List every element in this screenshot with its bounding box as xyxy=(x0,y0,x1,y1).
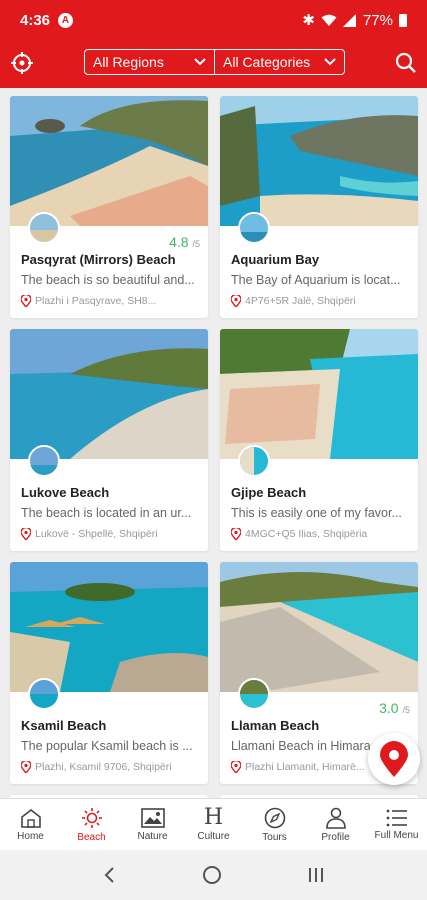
address-text: Plazhi, Ksamil 9706, Shqipëri xyxy=(35,761,172,773)
nav-label: Beach xyxy=(77,831,106,843)
beach-photo xyxy=(220,329,418,459)
address-text: 4MGC+Q5 Ilias, Shqipëria xyxy=(245,528,368,540)
bottom-nav: Home Beach Nature H Culture Tours Profil… xyxy=(0,798,427,850)
avatar xyxy=(28,445,60,477)
map-pin-icon xyxy=(380,741,408,777)
status-indicators: ✱ 77% xyxy=(302,11,407,29)
beach-card[interactable]: Gjipe Beach This is easily one of my fav… xyxy=(220,329,418,551)
nav-label: Profile xyxy=(321,831,350,843)
address-text: Plazhi Llamanit, Himarë... xyxy=(245,761,365,773)
beach-card[interactable]: Aquarium Bay The Bay of Aquarium is loca… xyxy=(220,96,418,318)
address-text: Lukovë - Shpellë, Shqipëri xyxy=(35,528,158,540)
signal-icon xyxy=(342,13,356,27)
rating: 4.8 /5 xyxy=(169,234,200,250)
app-bar: All Regions All Categories xyxy=(0,40,427,88)
nav-tours[interactable]: Tours xyxy=(244,799,305,850)
rating-scale: /5 xyxy=(402,705,410,715)
image-icon xyxy=(140,807,165,828)
beach-photo xyxy=(220,96,418,226)
beach-card[interactable]: Ksamil Beach The popular Ksamil beach is… xyxy=(10,562,208,784)
beach-description: The Bay of Aquarium is locat... xyxy=(231,273,401,287)
beach-description: This is easily one of my favor... xyxy=(231,506,402,520)
map-button[interactable] xyxy=(368,733,420,785)
recents-icon[interactable] xyxy=(307,866,325,884)
nav-full-menu[interactable]: Full Menu xyxy=(366,799,427,850)
sun-icon xyxy=(81,807,102,828)
rating-value: 4.8 xyxy=(169,234,189,250)
location-pin-icon xyxy=(21,295,31,307)
address-text: 4P76+5R Jalë, Shqipëri xyxy=(245,295,356,307)
beach-address: Plazhi i Pasqyrave, SH8... xyxy=(21,295,201,307)
beach-description: The popular Ksamil beach is ... xyxy=(21,739,193,753)
beach-address: Lukovë - Shpellë, Shqipëri xyxy=(21,528,201,540)
nav-label: Culture xyxy=(197,830,230,842)
beach-photo xyxy=(10,329,208,459)
person-icon xyxy=(325,807,346,829)
beach-description: The beach is located in an ur... xyxy=(21,506,192,520)
battery-icon xyxy=(399,13,407,27)
back-icon[interactable] xyxy=(103,866,117,884)
nav-home[interactable]: Home xyxy=(0,799,61,850)
beach-photo xyxy=(10,96,208,226)
category-label: All Categories xyxy=(223,54,311,70)
avatar xyxy=(28,678,60,710)
rating: 3.0 /5 xyxy=(379,700,410,716)
locate-icon[interactable] xyxy=(10,51,34,75)
location-pin-icon xyxy=(231,295,241,307)
location-pin-icon xyxy=(231,761,241,773)
beach-photo xyxy=(220,562,418,692)
beach-title: Lukove Beach xyxy=(21,485,110,500)
avatar xyxy=(238,678,270,710)
beach-address: Plazhi, Ksamil 9706, Shqipëri xyxy=(21,761,201,773)
nav-label: Nature xyxy=(137,830,168,842)
wifi-icon xyxy=(321,14,337,26)
beach-title: Gjipe Beach xyxy=(231,485,307,500)
notification-icon: A xyxy=(58,12,74,28)
beach-card[interactable]: Lukove Beach The beach is located in an … xyxy=(10,329,208,551)
region-label: All Regions xyxy=(93,54,164,70)
nav-label: Home xyxy=(17,830,44,842)
rating-scale: /5 xyxy=(192,239,200,249)
nav-label: Tours xyxy=(262,831,287,843)
status-bar: 4:36 A ✱ 77% xyxy=(0,0,427,40)
menu-list-icon xyxy=(386,809,407,826)
beach-title: Aquarium Bay xyxy=(231,252,320,267)
avatar xyxy=(238,445,270,477)
chevron-down-icon xyxy=(324,58,336,66)
beach-card[interactable]: 4.8 /5 Pasqyrat (Mirrors) Beach The beac… xyxy=(10,96,208,318)
filter-bar: All Regions All Categories xyxy=(84,49,345,75)
beach-title: Ksamil Beach xyxy=(21,718,107,733)
nav-nature[interactable]: Nature xyxy=(122,799,183,850)
chevron-down-icon xyxy=(194,58,206,66)
system-nav xyxy=(0,850,427,900)
avatar xyxy=(238,212,270,244)
home-circle-icon[interactable] xyxy=(202,865,222,885)
address-text: Plazhi i Pasqyrave, SH8... xyxy=(35,295,157,307)
region-dropdown[interactable]: All Regions xyxy=(85,50,214,74)
avatar xyxy=(28,212,60,244)
rating-value: 3.0 xyxy=(379,700,399,716)
home-icon xyxy=(20,808,41,828)
beach-photo xyxy=(10,562,208,692)
beach-address: 4MGC+Q5 Ilias, Shqipëria xyxy=(231,528,411,540)
location-pin-icon xyxy=(21,528,31,540)
location-pin-icon xyxy=(231,528,241,540)
culture-icon: H xyxy=(203,804,224,830)
beach-title: Llaman Beach xyxy=(231,718,320,733)
battery-percent: 77% xyxy=(362,11,393,29)
search-icon[interactable] xyxy=(394,51,418,75)
nav-label: Full Menu xyxy=(374,829,419,841)
compass-icon xyxy=(264,807,285,828)
status-time: 4:36 xyxy=(20,11,51,29)
category-dropdown[interactable]: All Categories xyxy=(214,50,344,74)
location-pin-icon xyxy=(21,761,31,773)
beach-address: 4P76+5R Jalë, Shqipëri xyxy=(231,295,411,307)
bluetooth-icon: ✱ xyxy=(302,12,315,29)
nav-profile[interactable]: Profile xyxy=(305,799,366,850)
beach-description: The beach is so beautiful and... xyxy=(21,273,195,287)
beach-title: Pasqyrat (Mirrors) Beach xyxy=(21,252,176,267)
nav-culture[interactable]: H Culture xyxy=(183,799,244,850)
nav-beach[interactable]: Beach xyxy=(61,799,122,850)
